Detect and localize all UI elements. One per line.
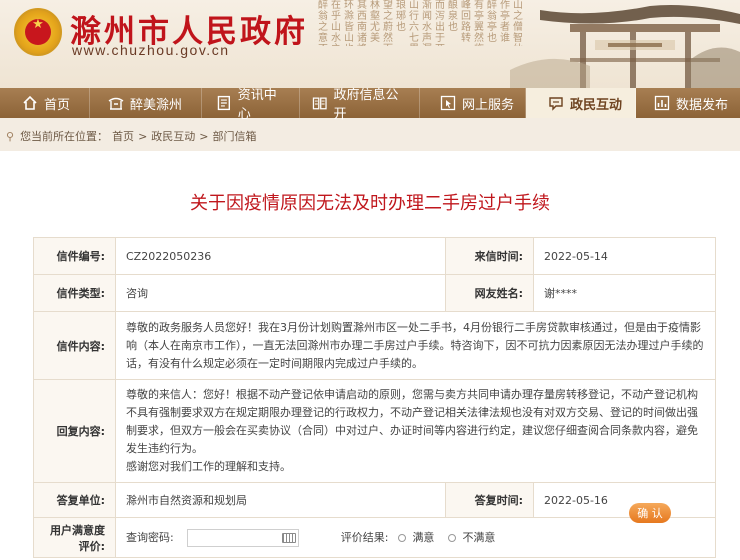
breadcrumb-mailbox[interactable]: 部门信箱 [213, 128, 257, 144]
letter-date: 2022-05-14 [533, 237, 716, 275]
letter-number-label: 信件编号: [33, 237, 116, 275]
table-row: 回复内容: 尊敬的来信人：您好！根据不动产登记依申请启动的原则，您需与卖方共同申… [33, 379, 716, 483]
location-pin-icon: ⚲ [6, 129, 15, 143]
reply-content: 尊敬的来信人：您好！根据不动产登记依申请启动的原则，您需与卖方共同申请办理存量房… [115, 379, 716, 483]
letter-detail-table: 信件编号: CZ2022050236 来信时间: 2022-05-14 信件类型… [33, 237, 716, 558]
content-panel: 关于因疫情原因无法及时办理二手房过户手续 信件编号: CZ2022050236 … [0, 151, 740, 560]
breadcrumb-separator: > [199, 129, 209, 143]
reply-content-label: 回复内容: [33, 379, 116, 483]
nav-item-news[interactable]: 资讯中心 [202, 88, 300, 122]
home-icon [23, 95, 37, 110]
unsatisfied-label[interactable]: 不满意 [462, 531, 495, 544]
nav-label: 网上服务 [462, 97, 515, 113]
breadcrumb: ⚲ 您当前所在位置： 首页 > 政民互动 > 部门信箱 [0, 126, 740, 146]
unsatisfied-radio[interactable] [447, 533, 456, 542]
nav-label: 政民互动 [570, 97, 623, 113]
reply-thanks: 感谢您对我们工作的理解和支持。 [126, 460, 291, 473]
table-row: 用户满意度评价: 查询密码: 评价结果: 满意 不满意 [33, 517, 716, 558]
nav-label: 资讯中心 [237, 88, 277, 122]
cursor-icon [440, 95, 456, 111]
nav-label: 首页 [44, 97, 71, 113]
national-emblem-icon: ★ [14, 8, 62, 56]
chat-icon [549, 97, 563, 111]
query-code-label: 查询密码: [126, 530, 174, 544]
letter-type: 咨询 [115, 274, 446, 312]
breadcrumb-interaction[interactable]: 政民互动 [151, 128, 195, 144]
reply-date-label: 答复时间: [445, 482, 534, 518]
book-icon [312, 97, 327, 110]
nav-item-home[interactable]: 首页 [0, 88, 90, 118]
news-icon [217, 95, 230, 111]
user-name: 谢**** [533, 274, 716, 312]
satisfied-radio[interactable] [397, 533, 406, 542]
letter-date-label: 来信时间: [445, 237, 534, 275]
site-url[interactable]: www.chuzhou.gov.cn [72, 42, 229, 58]
table-row: 答复单位: 滁州市自然资源和规划局 答复时间: 2022-05-16 [33, 482, 716, 518]
query-code-input[interactable] [187, 528, 300, 547]
reply-unit-label: 答复单位: [33, 482, 116, 518]
rating-controls: 查询密码: 评价结果: 满意 不满意 [115, 517, 716, 558]
nav-label: 数据发布 [676, 97, 729, 113]
chart-icon [654, 95, 670, 111]
keyboard-icon[interactable] [282, 532, 297, 543]
table-row: 信件内容: 尊敬的政务服务人员您好！我在3月份计划购置滁州市区一处二手书，4月份… [33, 311, 716, 380]
letter-content: 尊敬的政务服务人员您好！我在3月份计划购置滁州市区一处二手书，4月份银行二手房贷… [115, 311, 716, 380]
reply-paragraph: 尊敬的来信人：您好！根据不动产登记依申请启动的原则，您需与卖方共同申请办理存量房… [126, 388, 698, 455]
table-row: 信件编号: CZ2022050236 来信时间: 2022-05-14 [33, 237, 716, 275]
calligraphy-decoration: 醉翁之意不在酒 在乎山水之间也 环滁皆山也 其西南诸峰 林壑尤美 望之蔚然而深秀… [318, 0, 523, 46]
breadcrumb-prefix: 您当前所在位置： [20, 130, 109, 143]
nav-item-scenic[interactable]: 醉美滁州 [90, 88, 202, 118]
satisfied-label[interactable]: 满意 [412, 531, 434, 544]
letter-type-label: 信件类型: [33, 274, 116, 312]
user-name-label: 网友姓名: [445, 274, 534, 312]
reply-date: 2022-05-16 [533, 482, 716, 518]
pavilion-icon [108, 97, 124, 110]
nav-item-online-service[interactable]: 网上服务 [420, 88, 526, 118]
reply-unit: 滁州市自然资源和规划局 [115, 482, 446, 518]
confirm-button[interactable]: 确 认 [629, 503, 671, 523]
nav-item-data[interactable]: 数据发布 [636, 88, 740, 118]
table-row: 信件类型: 咨询 网友姓名: 谢**** [33, 274, 716, 312]
site-header: ★ 滁州市人民政府 www.chuzhou.gov.cn 醉翁之意不在酒 在乎山… [0, 0, 740, 88]
result-label: 评价结果: [340, 530, 389, 544]
nav-label: 政府信息公开 [333, 88, 399, 122]
pavilion-illustration [510, 5, 740, 88]
nav-item-interaction[interactable]: 政民互动 [526, 88, 636, 118]
letter-number: CZ2022050236 [115, 237, 446, 275]
main-nav: 首页 醉美滁州 资讯中心 政府信息公开 网上服务 政民互动 数据发布 [0, 88, 740, 122]
page-title: 关于因疫情原因无法及时办理二手房过户手续 [190, 193, 550, 214]
breadcrumb-home[interactable]: 首页 [112, 128, 134, 144]
nav-label: 醉美滁州 [130, 97, 183, 113]
rating-label: 用户满意度评价: [33, 517, 116, 558]
nav-item-gov-info[interactable]: 政府信息公开 [300, 88, 420, 122]
breadcrumb-separator: > [138, 129, 148, 143]
letter-content-label: 信件内容: [33, 311, 116, 380]
